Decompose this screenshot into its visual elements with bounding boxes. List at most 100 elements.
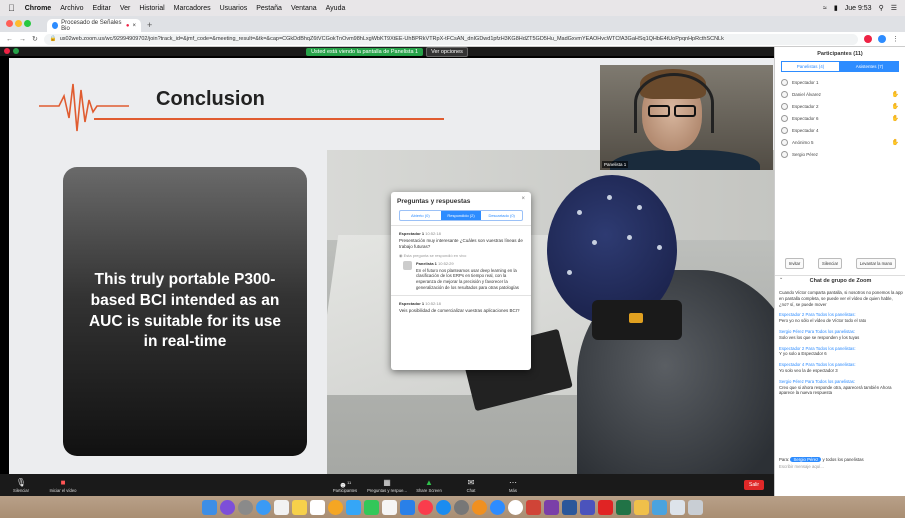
tab-panelists[interactable]: Panelistas (4)	[781, 61, 840, 72]
photos-icon[interactable]	[328, 499, 343, 515]
menu-pestana[interactable]: Pestaña	[256, 5, 282, 12]
chat-button[interactable]: ✉ Chat	[450, 478, 492, 493]
participant-row[interactable]: Daniel Álvarez ✋	[775, 88, 905, 100]
app-store-icon[interactable]	[436, 499, 451, 515]
participant-row[interactable]: Espectador 6 ✋	[775, 112, 905, 124]
finder-icon[interactable]	[202, 499, 217, 515]
divider	[391, 225, 531, 226]
tab-attendees[interactable]: Asistentes (7)	[840, 61, 899, 72]
fullscreen-icon[interactable]	[13, 48, 19, 54]
chat-message: Cuando Víctor comparta pantalla, si noso…	[779, 290, 903, 307]
share-banner: Usted está viendo la pantalla de Panelis…	[0, 46, 774, 57]
participant-row[interactable]: Espectador 4	[775, 124, 905, 136]
mute-toolbar-button[interactable]: 🎙 Silenciar	[0, 478, 42, 493]
participants-button[interactable]: ☻11 Participantes	[324, 478, 366, 493]
tab-dismissed[interactable]: Descartado (0)	[481, 211, 522, 220]
leave-button[interactable]: Salir	[743, 480, 764, 490]
wifi-icon[interactable]: ≈	[823, 5, 827, 12]
more-button[interactable]: ⋯ Más	[492, 478, 534, 493]
numbers-icon[interactable]	[382, 499, 397, 515]
safari-icon[interactable]	[256, 499, 271, 515]
profile-icon[interactable]	[878, 35, 886, 43]
share-screen-button[interactable]: ▲ Share Screen	[408, 478, 450, 493]
minimize-window-icon[interactable]	[15, 20, 22, 27]
excel-icon[interactable]	[616, 499, 631, 515]
onenote-icon[interactable]	[544, 499, 559, 515]
menu-usuarios[interactable]: Usuarios	[220, 5, 248, 12]
settings-icon[interactable]	[454, 499, 469, 515]
zoom-icon[interactable]	[490, 499, 505, 515]
notes-icon[interactable]	[292, 499, 307, 515]
raised-hand-icon: ✋	[891, 103, 899, 110]
calendar-icon[interactable]	[274, 499, 289, 515]
launchpad-icon[interactable]	[238, 499, 253, 515]
control-center-icon[interactable]: ☰	[891, 4, 897, 12]
maximize-window-icon[interactable]	[24, 20, 31, 27]
teams-icon[interactable]	[580, 499, 595, 515]
url-text: us02web.zoom.us/wc/92994909702/join?trac…	[59, 36, 724, 42]
chat-recipient-select[interactable]: Sergio Pérez	[790, 457, 822, 462]
search-icon[interactable]: ⚲	[879, 4, 884, 12]
forward-icon[interactable]: →	[19, 36, 26, 43]
word-icon[interactable]	[562, 499, 577, 515]
invite-button[interactable]: Invitar	[784, 258, 805, 269]
chat-input[interactable]: Escribir mensaje aquí...	[779, 464, 903, 469]
chat-to-suffix: y todos los panelistas	[822, 457, 864, 462]
chrome-menu-icon[interactable]: ⋮	[892, 35, 899, 43]
menu-ventana[interactable]: Ventana	[291, 5, 317, 12]
video-off-icon: ■	[60, 477, 66, 487]
close-window-icon[interactable]	[6, 20, 13, 27]
folder-icon[interactable]	[634, 499, 649, 515]
menu-historial[interactable]: Historial	[139, 5, 164, 12]
url-field[interactable]: 🔒 us02web.zoom.us/wc/92994909702/join?tr…	[43, 33, 858, 45]
chrome-icon[interactable]	[472, 499, 487, 515]
keynote-icon[interactable]	[400, 499, 415, 515]
close-tab-icon[interactable]: ×	[132, 23, 136, 29]
unknown-app-icon[interactable]	[508, 499, 523, 515]
conclusion-callout: This truly portable P300-based BCI inten…	[63, 167, 307, 456]
menu-chrome[interactable]: Chrome	[25, 5, 51, 12]
music-icon[interactable]	[418, 499, 433, 515]
apple-icon[interactable]: 	[8, 3, 15, 13]
menu-marcadores[interactable]: Marcadores	[174, 5, 211, 12]
recording-dot-icon: ●	[125, 22, 130, 29]
reload-icon[interactable]: ↻	[32, 35, 38, 43]
view-options-button[interactable]: Ver opciones	[426, 46, 468, 57]
menu-ayuda[interactable]: Ayuda	[326, 5, 346, 12]
downloads-icon[interactable]	[652, 499, 667, 515]
messages-icon[interactable]	[346, 499, 361, 515]
participant-video[interactable]: Panelista 1	[600, 65, 773, 170]
powerpoint-icon[interactable]	[526, 499, 541, 515]
battery-icon[interactable]: ▮	[834, 4, 838, 12]
menu-archivo[interactable]: Archivo	[60, 5, 83, 12]
extension-icon[interactable]	[864, 35, 872, 43]
tab-answered[interactable]: Respondido (2)	[440, 211, 482, 220]
chat-message: Sergio Pérez Para Todos los panelistas: S…	[779, 329, 903, 341]
trash-icon[interactable]	[688, 499, 703, 515]
browser-tab[interactable]: Procesado de Señales Bio ● ×	[47, 19, 141, 32]
participant-row[interactable]: Anónimo 5 ✋	[775, 136, 905, 148]
clock[interactable]: Jue 9:53	[845, 5, 872, 12]
participant-row[interactable]: Espectador 1	[775, 76, 905, 88]
zoom-window-buttons	[4, 48, 19, 54]
stop-share-icon[interactable]	[4, 48, 10, 54]
start-video-button[interactable]: ■ Iniciar el vídeo	[42, 478, 84, 493]
back-icon[interactable]: ←	[6, 36, 13, 43]
new-tab-icon[interactable]: +	[147, 20, 152, 30]
siri-icon[interactable]	[220, 499, 235, 515]
reminders-icon[interactable]	[310, 499, 325, 515]
acrobat-icon[interactable]	[598, 499, 613, 515]
question-time: 10:52:18	[425, 301, 441, 307]
participant-row[interactable]: Espectador 2 ✋	[775, 100, 905, 112]
facetime-icon[interactable]	[364, 499, 379, 515]
tab-open[interactable]: Abierto (0)	[400, 211, 441, 220]
qa-button[interactable]: ▦ Preguntas y respue...	[366, 478, 408, 493]
document-icon[interactable]	[670, 499, 685, 515]
close-icon[interactable]: ×	[521, 196, 525, 202]
menu-ver[interactable]: Ver	[120, 5, 131, 12]
menu-editar[interactable]: Editar	[93, 5, 111, 12]
participant-row[interactable]: Sergio Pérez	[775, 148, 905, 160]
video-shirt	[610, 150, 760, 170]
raise-hand-button[interactable]: Levantar la mano	[855, 258, 897, 269]
mute-button[interactable]: Silenciar	[817, 258, 843, 269]
